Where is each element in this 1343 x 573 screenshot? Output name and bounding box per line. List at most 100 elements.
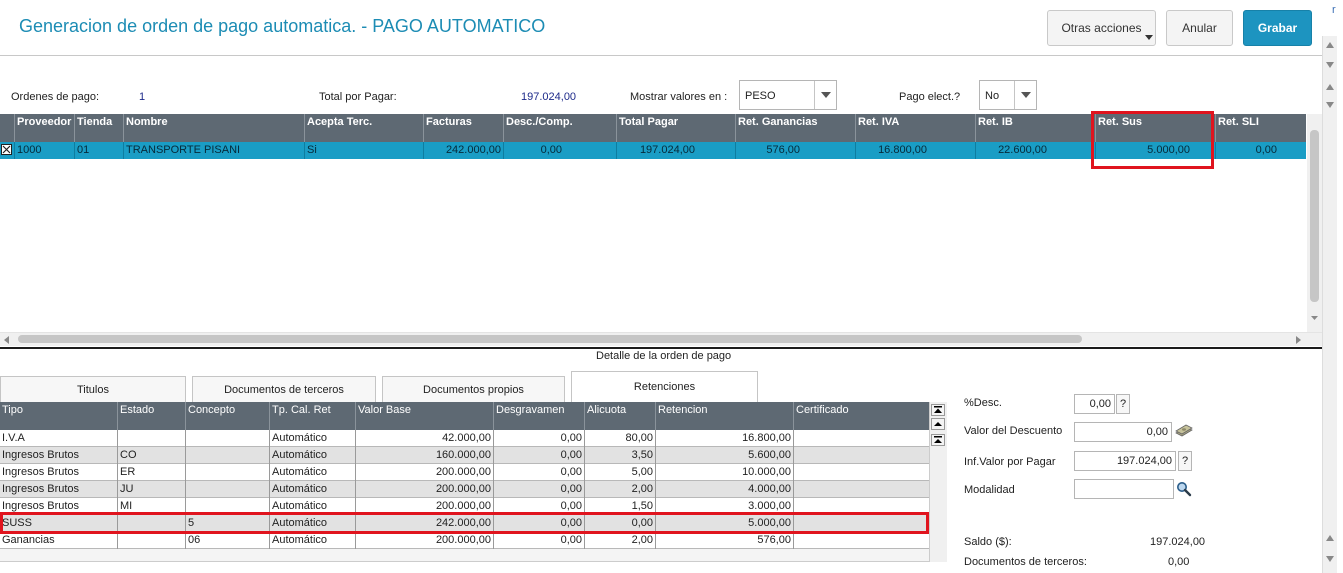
orders-value: 1	[139, 91, 146, 103]
column-header[interactable]: Total Pagar	[617, 114, 736, 142]
cell: Ingresos Brutos	[0, 464, 118, 481]
column-header[interactable]: Desgravamen	[494, 402, 585, 430]
cell: Ingresos Brutos	[0, 447, 118, 464]
column-header[interactable]: Concepto	[186, 402, 270, 430]
highlight-ret-sus	[1091, 111, 1214, 169]
detail-title: Detalle de la orden de pago	[596, 350, 732, 362]
tab-titulos[interactable]: Titulos	[0, 376, 186, 402]
scroll-page-up-icon[interactable]	[931, 434, 945, 446]
cell: 0,00	[494, 430, 585, 447]
balance-value: 197.024,00	[1150, 536, 1206, 548]
desc-pct-help-button[interactable]: ?	[1116, 394, 1130, 414]
table-row[interactable]: Ingresos Brutos JU Automático 200.000,00…	[0, 481, 929, 498]
scroll-up-icon[interactable]	[931, 418, 945, 430]
cancel-button[interactable]: Anular	[1166, 10, 1233, 46]
page-scroll-arrows-icon	[1326, 42, 1334, 562]
orders-label: Ordenes de pago:	[11, 91, 100, 103]
column-header[interactable]: Proveedor	[15, 114, 75, 142]
row-checkbox[interactable]	[0, 142, 15, 159]
cell: 242.000,00	[424, 142, 504, 159]
column-header[interactable]: Ret. IVA	[856, 114, 976, 142]
cell: 3,50	[585, 447, 656, 464]
cell: 80,00	[585, 430, 656, 447]
column-header[interactable]: Certificado	[794, 402, 929, 430]
cell: 5.600,00	[656, 447, 794, 464]
divider	[0, 347, 1322, 349]
cell: 0,00	[504, 142, 617, 159]
money-icon[interactable]	[1174, 423, 1194, 442]
cell: 5,00	[585, 464, 656, 481]
cell: 1000	[15, 142, 75, 159]
page-title: Generacion de orden de pago automatica. …	[19, 16, 546, 36]
cell: 0,00	[494, 447, 585, 464]
cell: 22.600,00	[976, 142, 1096, 159]
currency-select[interactable]: PESO	[739, 80, 837, 110]
cell: Automático	[270, 481, 356, 498]
electronic-select[interactable]: No	[979, 80, 1037, 110]
cell: 197.024,00	[617, 142, 736, 159]
save-button[interactable]: Grabar	[1243, 10, 1312, 46]
detail-grid-footer	[0, 549, 929, 562]
column-header[interactable]: Alicuota	[585, 402, 656, 430]
cell: I.V.A	[0, 430, 118, 447]
column-header[interactable]: Tp. Cal. Ret	[270, 402, 356, 430]
detail-grid-scrollbar[interactable]	[929, 402, 947, 562]
cell	[118, 430, 186, 447]
column-header[interactable]: Estado	[118, 402, 186, 430]
cell: Ingresos Brutos	[0, 481, 118, 498]
column-header[interactable]: Nombre	[124, 114, 305, 142]
cell	[794, 532, 929, 549]
cell: 06	[186, 532, 270, 549]
column-header[interactable]: Ret. SLI	[1216, 114, 1306, 142]
main-grid-hscroll-thumb[interactable]	[18, 335, 1082, 343]
cell: 4.000,00	[656, 481, 794, 498]
cell: 42.000,00	[356, 430, 494, 447]
electronic-value: No	[985, 90, 1000, 102]
modality-label: Modalidad	[964, 484, 1015, 496]
search-icon[interactable]	[1176, 481, 1192, 500]
to-pay-help-button[interactable]: ?	[1178, 451, 1192, 471]
desc-value-field[interactable]: 0,00	[1074, 422, 1172, 442]
scroll-top-icon[interactable]	[931, 404, 945, 416]
table-row[interactable]: I.V.A Automático 42.000,00 0,00 80,00 16…	[0, 430, 929, 447]
currency-value: PESO	[745, 90, 776, 102]
cell: 0,00	[1255, 144, 1277, 156]
cell: 576,00	[656, 532, 794, 549]
column-header[interactable]: Ret. Ganancias	[736, 114, 856, 142]
table-row[interactable]: Ingresos Brutos ER Automático 200.000,00…	[0, 464, 929, 481]
page-scrollbar[interactable]	[1322, 36, 1337, 573]
cell	[186, 430, 270, 447]
column-header[interactable]: Facturas	[424, 114, 504, 142]
column-header[interactable]: Acepta Terc.	[305, 114, 424, 142]
to-pay-field[interactable]: 197.024,00	[1074, 451, 1176, 471]
tab-documentos-propios[interactable]: Documentos propios	[382, 376, 565, 402]
third-docs-label: Documentos de terceros:	[964, 556, 1087, 568]
cell	[118, 532, 186, 549]
column-header[interactable]: Tienda	[75, 114, 124, 142]
table-row[interactable]: Ganancias 06 Automático 200.000,00 0,00 …	[0, 532, 929, 549]
column-header[interactable]: Ret. IB	[976, 114, 1096, 142]
tab-documentos-terceros[interactable]: Documentos de terceros	[192, 376, 376, 402]
desc-pct-field[interactable]: 0,00	[1074, 394, 1115, 414]
main-grid-vscroll-thumb[interactable]	[1310, 130, 1319, 302]
table-row[interactable]: Ingresos Brutos CO Automático 160.000,00…	[0, 447, 929, 464]
cell: 2,00	[585, 481, 656, 498]
tab-retenciones[interactable]: Retenciones	[571, 371, 758, 402]
column-header[interactable]: Retencion	[656, 402, 794, 430]
cell: JU	[118, 481, 186, 498]
cell: Si	[305, 142, 424, 159]
cell: ER	[118, 464, 186, 481]
other-actions-button[interactable]: Otras acciones	[1047, 10, 1156, 46]
column-header[interactable]: Tipo	[0, 402, 118, 430]
third-docs-value: 0,00	[1168, 556, 1190, 568]
column-header-select	[0, 114, 15, 142]
column-header[interactable]: Desc./Comp.	[504, 114, 617, 142]
modality-field[interactable]	[1074, 479, 1174, 499]
cell: 0,00	[494, 464, 585, 481]
cell: 200.000,00	[356, 532, 494, 549]
cell: 10.000,00	[656, 464, 794, 481]
cell: Automático	[270, 464, 356, 481]
column-header[interactable]: Valor Base	[356, 402, 494, 430]
cell	[794, 430, 929, 447]
total-label: Total por Pagar:	[319, 91, 397, 103]
